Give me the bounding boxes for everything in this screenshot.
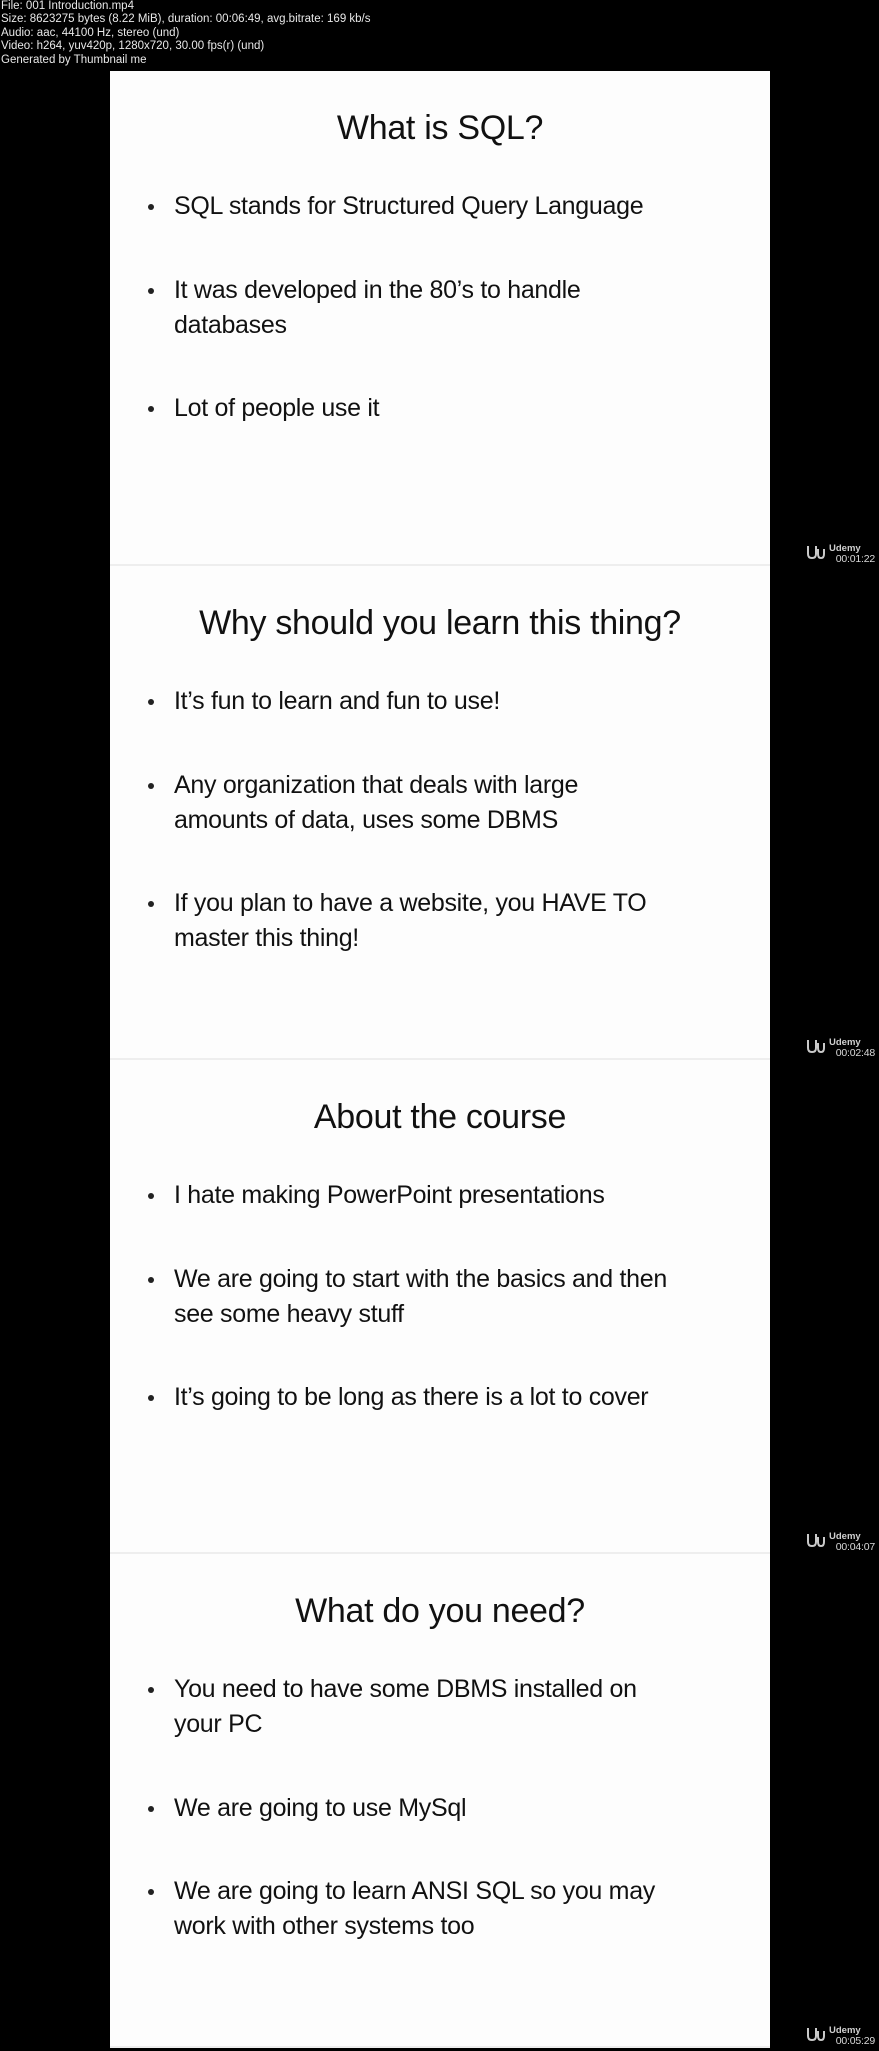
bullet-dot-icon — [148, 1889, 154, 1895]
bullet-text-line: If you plan to have a website, you HAVE … — [174, 889, 647, 917]
udemy-watermark: Udemy 00:02:48 — [805, 1037, 875, 1063]
bullet-item: We are going to learn ANSI SQL so you ma… — [148, 1874, 750, 1944]
bullet-text-line: It’s fun to learn and fun to use! — [174, 687, 500, 715]
bullet-dot-icon — [148, 1687, 154, 1693]
bullet-item: I hate making PowerPoint presentations — [148, 1178, 750, 1213]
slide-title: Why should you learn this thing? — [199, 604, 681, 642]
bullet-item: You need to have some DBMS installed on y… — [148, 1672, 750, 1742]
udemy-logo-icon — [805, 2025, 827, 2043]
bullet-text-line: Any organization that deals with large — [174, 771, 579, 799]
bullet-dot-icon — [148, 1806, 154, 1812]
bullet-text-line: It was developed in the 80’s to handle — [174, 276, 581, 304]
bullet-item: If you plan to have a website, you HAVE … — [148, 886, 750, 956]
file-info-line: File: 001 Introduction.mp4 — [1, 0, 134, 12]
bullet-text-line: work with other systems too — [174, 1912, 475, 1940]
slide-timestamp: 00:01:22 — [835, 553, 875, 565]
bullet-dot-icon — [148, 901, 154, 907]
bullet-text-line: We are going to start with the basics an… — [174, 1265, 667, 1293]
slide: What do you need? You need to have some D… — [110, 1554, 770, 2048]
slide: About the course I hate making PowerPoint… — [110, 1060, 770, 1554]
bullet-item: Any organization that deals with large am… — [148, 768, 750, 838]
bullet-text-line: amounts of data, uses some DBMS — [174, 806, 558, 834]
bullet-text-line: SQL stands for Structured Query Language — [174, 192, 644, 220]
file-info-line: Audio: aac, 44100 Hz, stereo (und) — [1, 26, 180, 39]
udemy-logo-icon — [805, 1531, 827, 1549]
bullet-dot-icon — [148, 204, 154, 210]
udemy-logo-icon — [805, 543, 827, 561]
bullet-item: It’s fun to learn and fun to use! — [148, 684, 750, 719]
bullet-text-line: databases — [174, 311, 287, 339]
udemy-logo-icon — [805, 1037, 827, 1055]
bullet-text-line: It’s going to be long as there is a lot … — [174, 1383, 649, 1411]
bullet-item: We are going to use MySql — [148, 1791, 750, 1826]
slide: Why should you learn this thing? It’s fun… — [110, 566, 770, 1060]
bullet-text-line: see some heavy stuff — [174, 1300, 404, 1328]
slide-title: About the course — [313, 1098, 567, 1136]
bullet-dot-icon — [148, 1395, 154, 1401]
file-info-header: File: 001 Introduction.mp4 Size: 8623275… — [1, 0, 371, 67]
bullet-text-line: We are going to use MySql — [174, 1794, 467, 1822]
bullet-dot-icon — [148, 783, 154, 789]
bullet-dot-icon — [148, 406, 154, 412]
udemy-watermark: Udemy 00:04:07 — [805, 1531, 875, 1557]
bullet-text-line: I hate making PowerPoint presentations — [174, 1181, 605, 1209]
bullet-text-line: You need to have some DBMS installed on — [174, 1675, 637, 1703]
bullet-text-line: We are going to learn ANSI SQL so you ma… — [174, 1877, 656, 1905]
bullet-text-line: master this thing! — [174, 924, 359, 952]
bullet-text-line: your PC — [174, 1710, 263, 1738]
bullet-item: We are going to start with the basics an… — [148, 1262, 750, 1332]
file-info-line: Size: 8623275 bytes (8.22 MiB), duration… — [1, 13, 371, 26]
udemy-watermark: Udemy 00:05:29 — [805, 2025, 875, 2051]
slide-title: What is SQL? — [336, 109, 544, 147]
bullet-dot-icon — [148, 1277, 154, 1283]
bullet-text-line: Lot of people use it — [174, 394, 380, 422]
udemy-watermark: Udemy 00:01:22 — [805, 543, 875, 569]
bullet-dot-icon — [148, 699, 154, 705]
bullet-item: It was developed in the 80’s to handle da… — [148, 273, 750, 343]
file-info-line: Generated by Thumbnail me — [1, 53, 147, 66]
bullet-dot-icon — [148, 288, 154, 294]
bullet-item: It’s going to be long as there is a lot … — [148, 1380, 750, 1415]
slide-timestamp: 00:04:07 — [835, 1541, 875, 1553]
slide-timestamp: 00:05:29 — [835, 2035, 875, 2047]
bullet-item: Lot of people use it — [148, 391, 750, 426]
file-info-line: Video: h264, yuv420p, 1280x720, 30.00 fp… — [1, 40, 265, 53]
bullet-dot-icon — [148, 1193, 154, 1199]
bullet-item: SQL stands for Structured Query Language — [148, 189, 750, 224]
slide: What is SQL? SQL stands for Structured Qu… — [110, 71, 770, 566]
slide-title: What do you need? — [295, 1592, 585, 1630]
slide-timestamp: 00:02:48 — [835, 1047, 875, 1059]
